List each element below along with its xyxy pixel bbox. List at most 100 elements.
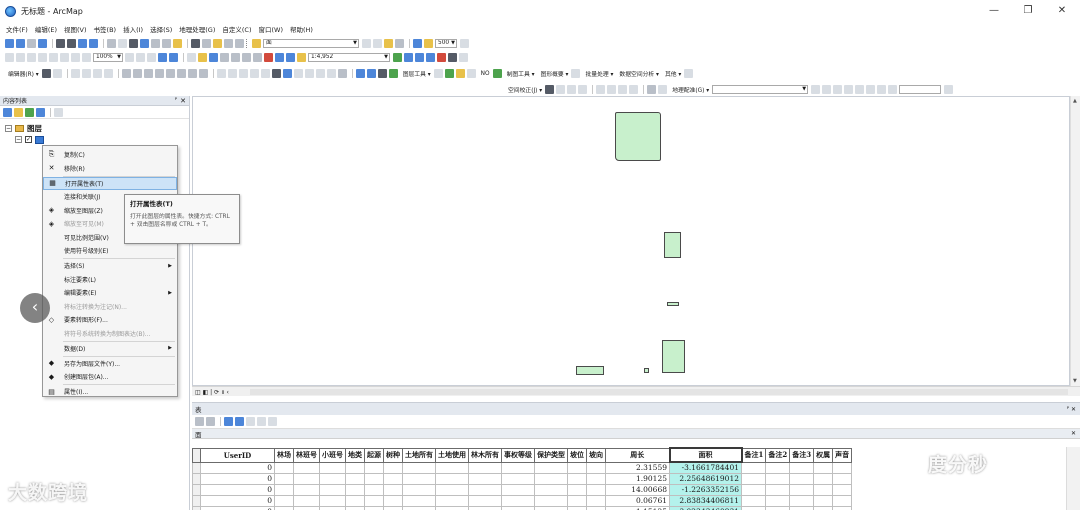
- menu-edit[interactable]: 编辑(E): [35, 24, 57, 34]
- list-by-selection-icon[interactable]: [36, 107, 45, 117]
- table-cell[interactable]: [534, 483, 568, 496]
- layer-row[interactable]: − ✓: [5, 134, 189, 145]
- georef-tool-icon[interactable]: [844, 85, 854, 94]
- table-cell[interactable]: [586, 505, 606, 510]
- map-tools-icon[interactable]: [492, 69, 502, 78]
- column-header[interactable]: 林场: [274, 447, 294, 463]
- context-menu-item[interactable]: 选择(S) ▶: [43, 259, 177, 272]
- topology-tool-icon[interactable]: [337, 69, 347, 78]
- editor-menu[interactable]: 编辑器(R) ▾: [8, 69, 39, 78]
- image-analysis-icon[interactable]: [413, 39, 422, 48]
- table-cell[interactable]: [789, 483, 815, 496]
- table-cell[interactable]: [567, 505, 587, 510]
- table-cell[interactable]: [813, 483, 834, 496]
- table-cell[interactable]: [765, 483, 791, 496]
- toc-close-icon[interactable]: ✕: [180, 97, 186, 105]
- zoom-out-icon[interactable]: [16, 39, 25, 48]
- table-row[interactable]: 0 1.151253.02343460831: [192, 505, 853, 510]
- measure-icon[interactable]: [173, 39, 182, 48]
- contrast-icon[interactable]: [395, 39, 404, 48]
- context-menu-item[interactable]: 使用符号级别(E): [43, 244, 177, 257]
- table-cell[interactable]: [364, 505, 384, 510]
- table-cell[interactable]: [319, 472, 346, 485]
- edit-annotation-icon[interactable]: [52, 69, 62, 78]
- batch-icon[interactable]: [571, 69, 581, 78]
- table-cell[interactable]: [534, 505, 568, 510]
- context-menu-item[interactable]: ▤ 属性(I)...: [43, 385, 177, 398]
- new-doc-icon[interactable]: [187, 53, 196, 62]
- table-cell[interactable]: [740, 461, 767, 474]
- spatial-adjustment-menu[interactable]: 空间校正(J) ▾: [508, 85, 542, 94]
- layer-visibility-checkbox[interactable]: ✓: [25, 136, 32, 143]
- close-table-icon[interactable]: [268, 417, 277, 426]
- column-header[interactable]: 权属: [813, 447, 834, 463]
- table-cell[interactable]: [402, 472, 436, 485]
- reshape-icon[interactable]: [132, 69, 142, 78]
- map-polygon[interactable]: [664, 232, 681, 258]
- map-horizontal-scrollbar[interactable]: [250, 389, 1068, 395]
- georef-tool-icon[interactable]: [822, 85, 832, 94]
- context-menu-item[interactable]: ▦ 打开属性表(T): [43, 176, 177, 190]
- menu-geoprocessing[interactable]: 地理处理(G): [179, 24, 215, 34]
- search-window-icon[interactable]: [426, 53, 435, 62]
- table-cell[interactable]: [364, 483, 384, 496]
- table-cell[interactable]: [740, 505, 767, 510]
- raster-tool-icon[interactable]: [444, 69, 454, 78]
- table-cell[interactable]: [383, 472, 403, 485]
- close-button[interactable]: ✕: [1047, 4, 1077, 18]
- table-cell[interactable]: [832, 505, 853, 510]
- table-cell[interactable]: [293, 494, 320, 507]
- table-cell[interactable]: [534, 472, 568, 485]
- sketch-properties-icon[interactable]: [187, 69, 197, 78]
- table-cell[interactable]: -3.1661784401: [669, 461, 742, 474]
- column-header[interactable]: 土地使用: [435, 447, 469, 463]
- row-selector[interactable]: [192, 461, 201, 474]
- table-cell[interactable]: [435, 483, 469, 496]
- row-selector[interactable]: [192, 494, 201, 507]
- table-cell[interactable]: 1.15125: [605, 505, 670, 510]
- table-vertical-scrollbar[interactable]: [1066, 447, 1080, 510]
- scale-combo[interactable]: 1:4,952 ▼: [308, 53, 390, 62]
- table-cell[interactable]: [402, 494, 436, 507]
- table-window-controls[interactable]: ᴾ ✕: [1067, 406, 1076, 413]
- table-cell[interactable]: 14.00668: [605, 483, 670, 496]
- toc-options-icon[interactable]: [54, 107, 63, 117]
- save-icon[interactable]: [209, 53, 218, 62]
- table-cell[interactable]: [402, 505, 436, 510]
- list-by-source-icon[interactable]: [14, 107, 23, 117]
- table-cell[interactable]: 0: [200, 461, 275, 474]
- standard-tool-icon[interactable]: [16, 53, 25, 62]
- raster-tool-icon[interactable]: [455, 69, 465, 78]
- table-cell[interactable]: [789, 505, 815, 510]
- no-label[interactable]: NO: [481, 71, 490, 77]
- add-data-icon[interactable]: [297, 53, 306, 62]
- open-icon[interactable]: [198, 53, 207, 62]
- attributes-icon[interactable]: [176, 69, 186, 78]
- create-viewer-icon[interactable]: [235, 39, 244, 48]
- clear-selection-icon[interactable]: [118, 39, 127, 48]
- rotate-icon[interactable]: [165, 69, 175, 78]
- menu-bookmarks[interactable]: 书签(B): [94, 24, 117, 34]
- undo-icon[interactable]: [275, 53, 284, 62]
- back-extent-icon[interactable]: [78, 39, 87, 48]
- column-header[interactable]: 地类: [345, 447, 365, 463]
- select-features-icon[interactable]: [107, 39, 116, 48]
- python-window-icon[interactable]: [448, 53, 457, 62]
- georef-tool-icon[interactable]: [833, 85, 843, 94]
- standard-tool-icon[interactable]: [71, 53, 80, 62]
- toc-window-icon[interactable]: [404, 53, 413, 62]
- table-cell[interactable]: [364, 494, 384, 507]
- layer-tools-menu[interactable]: 图层工具 ▾: [403, 69, 431, 78]
- standard-tool-icon[interactable]: [82, 53, 91, 62]
- column-header[interactable]: 周长: [605, 447, 670, 463]
- table-cell[interactable]: 0.06761: [605, 494, 670, 507]
- effects-icon[interactable]: [384, 39, 393, 48]
- topology-tool-icon[interactable]: [304, 69, 314, 78]
- flicker-icon[interactable]: [373, 39, 382, 48]
- table-tool-icon[interactable]: [388, 69, 398, 78]
- edit-tool-icon[interactable]: [41, 69, 51, 78]
- georef-tool-icon[interactable]: [866, 85, 876, 94]
- html-popup-icon[interactable]: [162, 39, 171, 48]
- table-cell[interactable]: [319, 461, 346, 474]
- table-cell[interactable]: -1.2263352156: [669, 483, 742, 496]
